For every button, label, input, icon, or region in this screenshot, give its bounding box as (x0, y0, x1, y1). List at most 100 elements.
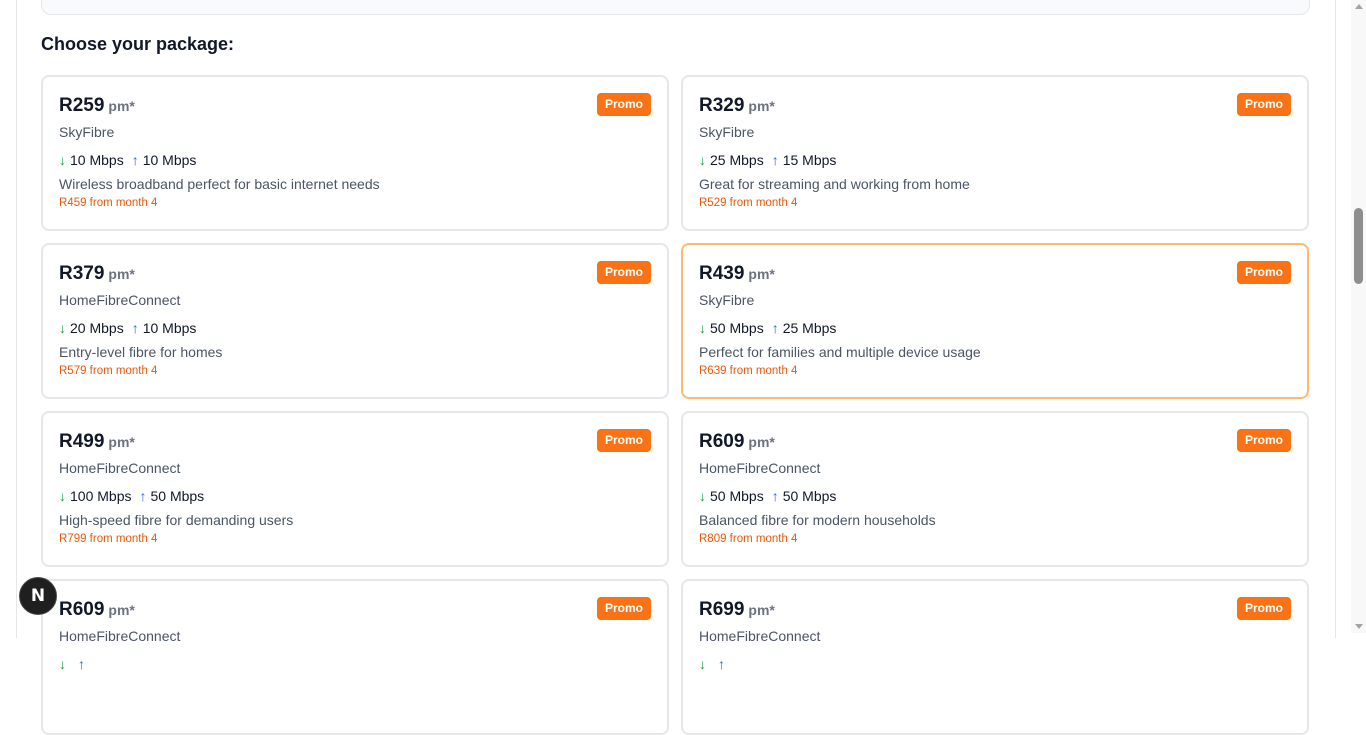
upload-speed: 15 Mbps (782, 152, 837, 168)
promo-badge: Promo (596, 93, 651, 116)
arrow-up-icon: ↑ (139, 488, 147, 504)
package-provider: SkyFibre (699, 292, 755, 308)
package-description: Great for streaming and working from hom… (699, 176, 970, 192)
promo-price-note: R459 from month 4 (59, 197, 158, 209)
package-price: R439 (699, 263, 745, 284)
arrow-down-icon: ↓ (699, 320, 706, 336)
package-price: R259 (59, 95, 105, 116)
download-speed: 50 Mbps (710, 488, 764, 504)
package-provider: SkyFibre (59, 124, 115, 140)
n-logo-button[interactable]: N (19, 577, 57, 615)
price-row: R609 pm* (59, 599, 651, 623)
price-period: pm* (108, 434, 135, 450)
package-card[interactable]: R699 pm* HomeFibreConnect ↓ ↑ Promo (681, 579, 1309, 735)
package-card[interactable]: R499 pm* HomeFibreConnect ↓ 100 Mbps ↑ 5… (41, 411, 669, 567)
price-row: R609 pm* (699, 431, 1291, 455)
promo-badge: Promo (1236, 261, 1291, 284)
package-price: R499 (59, 431, 105, 452)
section-title: Choose your package: (41, 34, 235, 54)
price-period: pm* (108, 266, 135, 282)
price-row: R329 pm* (699, 95, 1291, 119)
arrow-down-icon: ↓ (59, 488, 66, 504)
download-speed: 10 Mbps (70, 152, 124, 168)
price-period: pm* (748, 266, 775, 282)
promo-badge: Promo (1236, 93, 1291, 116)
package-provider: HomeFibreConnect (59, 460, 181, 476)
promo-price-note: R799 from month 4 (59, 533, 158, 545)
package-provider: HomeFibreConnect (699, 628, 821, 644)
price-period: pm* (748, 602, 775, 618)
upload-speed: 10 Mbps (142, 320, 197, 336)
package-speeds: ↓ 10 Mbps ↑ 10 Mbps (59, 151, 651, 169)
scroll-down-icon[interactable] (1355, 624, 1363, 629)
package-provider: HomeFibreConnect (59, 628, 181, 644)
arrow-down-icon: ↓ (699, 656, 706, 672)
top-panel (41, 0, 1310, 15)
package-provider: SkyFibre (699, 124, 755, 140)
promo-badge: Promo (596, 429, 651, 452)
arrow-up-icon: ↑ (771, 488, 779, 504)
package-description: High-speed fibre for demanding users (59, 512, 294, 528)
arrow-up-icon: ↑ (771, 320, 779, 336)
arrow-up-icon: ↑ (718, 656, 725, 672)
upload-speed: 10 Mbps (142, 152, 197, 168)
package-provider: HomeFibreConnect (699, 460, 821, 476)
upload-speed: 25 Mbps (782, 320, 837, 336)
scroll-up-icon[interactable] (1355, 4, 1363, 9)
promo-badge: Promo (596, 261, 651, 284)
promo-badge: Promo (1236, 597, 1291, 620)
package-card[interactable]: R609 pm* HomeFibreConnect ↓ ↑ Promo (41, 579, 669, 735)
promo-price-note: R579 from month 4 (59, 365, 158, 377)
package-price: R609 (59, 599, 105, 620)
price-period: pm* (108, 98, 135, 114)
package-description: Entry-level fibre for homes (59, 344, 223, 360)
promo-badge: Promo (1236, 429, 1291, 452)
scrollbar-thumb[interactable] (1354, 208, 1363, 284)
arrow-up-icon: ↑ (771, 152, 779, 168)
price-row: R439 pm* (699, 263, 1291, 287)
package-description (59, 680, 651, 698)
promo-price-note (699, 701, 1291, 717)
download-speed: 25 Mbps (710, 152, 764, 168)
package-card[interactable]: R259 pm* SkyFibre ↓ 10 Mbps ↑ 10 Mbps Wi… (41, 75, 669, 231)
price-row: R499 pm* (59, 431, 651, 455)
package-card[interactable]: R329 pm* SkyFibre ↓ 25 Mbps ↑ 15 Mbps Gr… (681, 75, 1309, 231)
upload-speed: 50 Mbps (150, 488, 205, 504)
package-price: R329 (699, 95, 745, 116)
arrow-down-icon: ↓ (699, 488, 706, 504)
arrow-down-icon: ↓ (699, 152, 706, 168)
price-period: pm* (748, 98, 775, 114)
package-speeds: ↓ 25 Mbps ↑ 15 Mbps (699, 151, 1291, 169)
promo-price-note: R809 from month 4 (699, 533, 798, 545)
price-period: pm* (108, 602, 135, 618)
arrow-down-icon: ↓ (59, 320, 66, 336)
scrollbar[interactable] (1351, 0, 1366, 633)
package-card[interactable]: R379 pm* HomeFibreConnect ↓ 20 Mbps ↑ 10… (41, 243, 669, 399)
price-row: R259 pm* (59, 95, 651, 119)
package-description: Perfect for families and multiple device… (699, 344, 981, 360)
package-price: R379 (59, 263, 105, 284)
package-speeds: ↓ 50 Mbps ↑ 25 Mbps (699, 319, 1291, 337)
package-description: Balanced fibre for modern households (699, 512, 936, 528)
arrow-down-icon: ↓ (59, 152, 66, 168)
package-speeds: ↓ ↑ (699, 655, 1291, 673)
promo-badge: Promo (596, 597, 651, 620)
download-speed: 20 Mbps (70, 320, 124, 336)
download-speed: 50 Mbps (710, 320, 764, 336)
promo-price-note: R639 from month 4 (699, 365, 798, 377)
package-card[interactable]: R609 pm* HomeFibreConnect ↓ 50 Mbps ↑ 50… (681, 411, 1309, 567)
arrow-up-icon: ↑ (131, 152, 139, 168)
package-price: R699 (699, 599, 745, 620)
arrow-up-icon: ↑ (78, 656, 85, 672)
arrow-up-icon: ↑ (131, 320, 139, 336)
package-description (699, 680, 1291, 698)
package-speeds: ↓ 50 Mbps ↑ 50 Mbps (699, 487, 1291, 505)
package-card[interactable]: R439 pm* SkyFibre ↓ 50 Mbps ↑ 25 Mbps Pe… (681, 243, 1309, 399)
upload-speed: 50 Mbps (782, 488, 837, 504)
package-grid: R259 pm* SkyFibre ↓ 10 Mbps ↑ 10 Mbps Wi… (41, 75, 1309, 735)
package-price: R609 (699, 431, 745, 452)
promo-price-note (59, 701, 651, 717)
package-speeds: ↓ 20 Mbps ↑ 10 Mbps (59, 319, 651, 337)
price-row: R379 pm* (59, 263, 651, 287)
price-period: pm* (748, 434, 775, 450)
